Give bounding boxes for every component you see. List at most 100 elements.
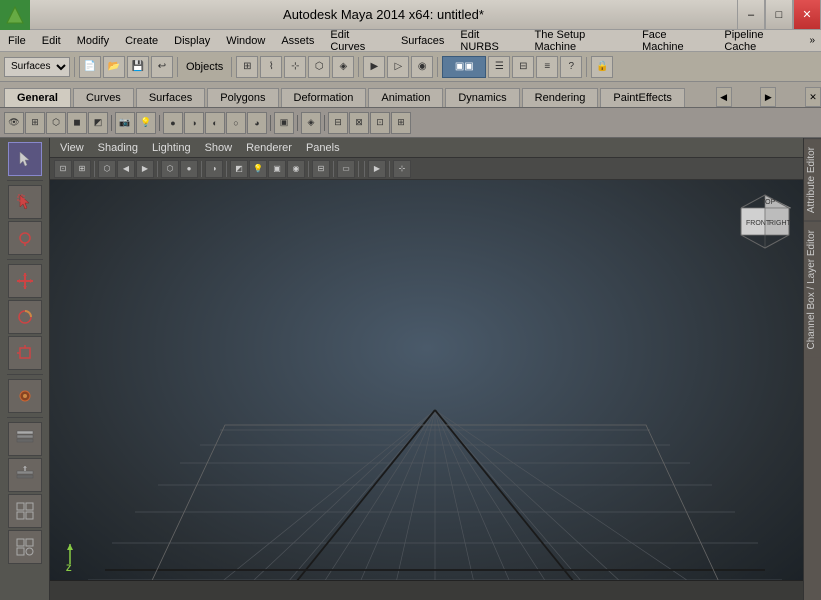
misc1-btn[interactable]: ☰ xyxy=(488,56,510,78)
menu-item-window[interactable]: Window xyxy=(218,30,273,51)
tab-polygons[interactable]: Polygons xyxy=(207,88,278,107)
menu-item-edit-curves[interactable]: Edit Curves xyxy=(322,30,393,51)
vi-lighting-on[interactable]: 💡 xyxy=(249,160,267,178)
tab-general[interactable]: General xyxy=(4,88,71,107)
vi-ambient-occ[interactable]: ◉ xyxy=(287,160,305,178)
camera-btn[interactable]: 📷 xyxy=(115,112,135,134)
menu-item-modify[interactable]: Modify xyxy=(69,30,117,51)
lasso-select-btn[interactable] xyxy=(8,185,42,219)
snap-surface-btn[interactable]: ⬡ xyxy=(308,56,330,78)
menu-item-file[interactable]: File xyxy=(0,30,34,51)
scale-tool-btn[interactable] xyxy=(8,336,42,370)
shape-btn[interactable] xyxy=(8,530,42,564)
vi-camera-persp[interactable]: ⊡ xyxy=(54,160,72,178)
tab-painteffects[interactable]: PaintEffects xyxy=(600,88,685,107)
vp-menu-renderer[interactable]: Renderer xyxy=(240,142,298,154)
misc4[interactable]: ⊞ xyxy=(391,112,411,134)
wireframe-btn[interactable]: ⬡ xyxy=(46,112,66,134)
save-file-btn[interactable]: 💾 xyxy=(127,56,149,78)
open-file-btn[interactable]: 📂 xyxy=(103,56,125,78)
bg-btn[interactable]: ▣ xyxy=(274,112,294,134)
tab-close-btn[interactable]: ✕ xyxy=(805,87,821,107)
tab-curves[interactable]: Curves xyxy=(73,88,134,107)
menu-item-pipeline-cache[interactable]: Pipeline Cache xyxy=(716,30,803,51)
maximize-button[interactable]: □ xyxy=(765,0,793,29)
vp-menu-shading[interactable]: Shading xyxy=(92,142,144,154)
snap-curve-btn[interactable]: ⌇ xyxy=(260,56,282,78)
menu-item-create[interactable]: Create xyxy=(117,30,166,51)
close-button[interactable]: ✕ xyxy=(793,0,821,29)
snap-point-btn[interactable]: ⊹ xyxy=(284,56,306,78)
eye-btn[interactable]: 👁 xyxy=(4,112,24,134)
sphere-btn[interactable]: ● xyxy=(163,112,183,134)
vi-select-cam[interactable]: ⬡ xyxy=(98,160,116,178)
layer-btn1[interactable] xyxy=(8,422,42,456)
3d-canvas[interactable]: FRONT RIGHT TOP Z xyxy=(50,180,803,600)
vi-textures[interactable]: ◩ xyxy=(230,160,248,178)
tab-surfaces[interactable]: Surfaces xyxy=(136,88,205,107)
misc1[interactable]: ⊟ xyxy=(328,112,348,134)
menu-item-display[interactable]: Display xyxy=(166,30,218,51)
render-btn[interactable]: ▶ xyxy=(363,56,385,78)
new-file-btn[interactable]: 📄 xyxy=(79,56,101,78)
solid-btn[interactable]: ◼ xyxy=(67,112,87,134)
grid-btn[interactable] xyxy=(8,494,42,528)
vp-menu-show[interactable]: Show xyxy=(199,142,239,154)
undo-btn[interactable]: ↩ xyxy=(151,56,173,78)
select-tool-btn[interactable] xyxy=(8,142,42,176)
tab-deformation[interactable]: Deformation xyxy=(281,88,367,107)
cloth-btn[interactable]: ◈ xyxy=(301,112,321,134)
vi-x-ray[interactable]: ◑ xyxy=(205,160,223,178)
channel-box-tab[interactable]: Channel Box / Layer Editor xyxy=(804,221,821,358)
viewport-cube[interactable]: FRONT RIGHT TOP xyxy=(733,190,793,250)
vi-next-cam[interactable]: ▶ xyxy=(136,160,154,178)
menu-item-edit-nurbs[interactable]: Edit NURBS xyxy=(452,30,526,51)
vi-filmgate[interactable]: ▭ xyxy=(337,160,355,178)
vi-wireframe-mode[interactable]: ⬡ xyxy=(161,160,179,178)
vi-smooth-mode[interactable]: ● xyxy=(180,160,198,178)
snap-view-btn[interactable]: ◈ xyxy=(332,56,354,78)
layer-btn2[interactable] xyxy=(8,458,42,492)
dark-sphere-btn[interactable]: ◕ xyxy=(247,112,267,134)
tab-prev-btn[interactable]: ◀ xyxy=(716,87,732,107)
ring-btn[interactable]: ○ xyxy=(226,112,246,134)
snap-tool-btn[interactable] xyxy=(8,379,42,413)
help-btn[interactable]: ? xyxy=(560,56,582,78)
light-btn[interactable]: 💡 xyxy=(136,112,156,134)
misc3[interactable]: ⊡ xyxy=(370,112,390,134)
misc3-btn[interactable]: ≡ xyxy=(536,56,558,78)
vp-menu-view[interactable]: View xyxy=(54,142,90,154)
ipr-btn[interactable]: ▷ xyxy=(387,56,409,78)
display-btn[interactable]: ◉ xyxy=(411,56,433,78)
menu-item-surfaces[interactable]: Surfaces xyxy=(393,30,452,51)
select-mode-btn[interactable]: ▣▣ xyxy=(442,56,486,78)
vp-menu-lighting[interactable]: Lighting xyxy=(146,142,197,154)
vi-camera-ortho[interactable]: ⊞ xyxy=(73,160,91,178)
menu-item-face-machine[interactable]: Face Machine xyxy=(634,30,716,51)
misc2-btn[interactable]: ⊟ xyxy=(512,56,534,78)
move-tool-btn[interactable] xyxy=(8,264,42,298)
tab-dynamics[interactable]: Dynamics xyxy=(445,88,519,107)
lock-btn[interactable]: 🔒 xyxy=(591,56,613,78)
vi-hud[interactable]: ⊟ xyxy=(312,160,330,178)
texture-btn[interactable]: ◩ xyxy=(88,112,108,134)
vi-shadows[interactable]: ▣ xyxy=(268,160,286,178)
tab-animation[interactable]: Animation xyxy=(368,88,443,107)
menu-item-edit[interactable]: Edit xyxy=(34,30,69,51)
rotate-tool-btn[interactable] xyxy=(8,300,42,334)
mode-select[interactable]: Surfaces xyxy=(4,57,70,77)
menu-item-assets[interactable]: Assets xyxy=(273,30,322,51)
tab-next-btn[interactable]: ▶ xyxy=(760,87,776,107)
minimize-button[interactable]: – xyxy=(737,0,765,29)
paint-select-btn[interactable] xyxy=(8,221,42,255)
vi-snap-icon[interactable]: ⊹ xyxy=(393,160,411,178)
grid-toggle-btn[interactable]: ⊞ xyxy=(25,112,45,134)
snap-grid-btn[interactable]: ⊞ xyxy=(236,56,258,78)
attribute-editor-tab[interactable]: Attribute Editor xyxy=(804,138,821,221)
vp-menu-panels[interactable]: Panels xyxy=(300,142,346,154)
half-sphere-btn[interactable]: ◑ xyxy=(184,112,204,134)
flat-sphere-btn[interactable]: ◐ xyxy=(205,112,225,134)
vi-prev-cam[interactable]: ◀ xyxy=(117,160,135,178)
tab-rendering[interactable]: Rendering xyxy=(522,88,599,107)
menu-item-the-setup-machine[interactable]: The Setup Machine xyxy=(526,30,634,51)
